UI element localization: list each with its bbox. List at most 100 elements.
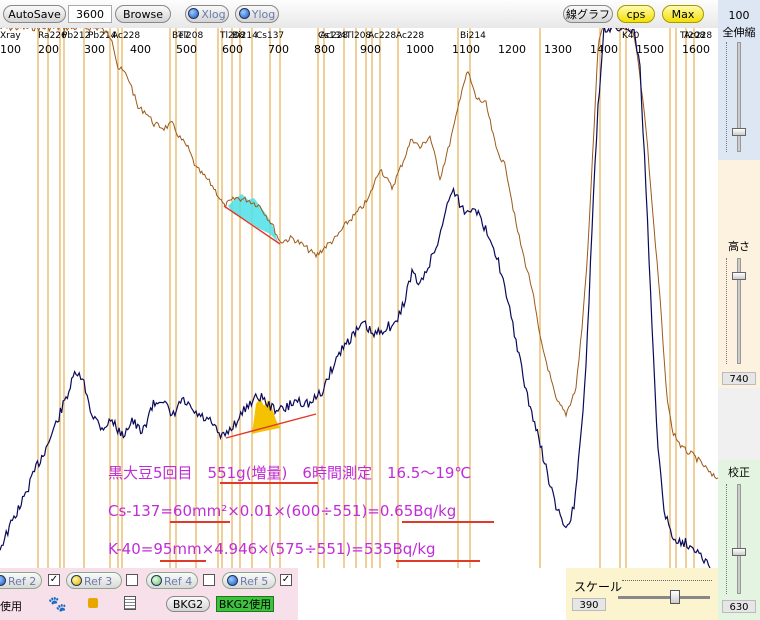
- radio-icon: [188, 8, 200, 19]
- kousei-label: 校正: [728, 466, 750, 479]
- calibration-slider-thumb[interactable]: [732, 548, 746, 556]
- energy-tick-label: 200: [38, 43, 59, 56]
- ref3-button[interactable]: Ref 3: [66, 572, 122, 589]
- annotation-cs137: Cs-137=60mm²×0.01×(600÷551)=0.65Bq/kg: [108, 502, 457, 520]
- isotope-label: Xray: [0, 31, 21, 41]
- energy-tick-label: 600: [222, 43, 243, 56]
- xlog-toggle[interactable]: Xlog: [185, 5, 229, 23]
- isotope-label: Ac228: [684, 31, 712, 41]
- height-slider-thumb[interactable]: [732, 272, 746, 280]
- spectrum-svg: Xray Ra226Pb212Pb214Ac228 Be7Tl208 Tl208Bi2…: [0, 28, 718, 568]
- spectrum-plot[interactable]: Xray Ra226 Pb212 Pb214 Ac228 Be7 Tl208 Tl208 Bi2…: [0, 28, 718, 568]
- energy-tick-label: 1400: [590, 43, 618, 56]
- isotope-label: Pb212: [62, 31, 90, 41]
- energy-tick-label: 1600: [682, 43, 710, 56]
- energy-tick-label: 1300: [544, 43, 572, 56]
- underline-cs-area: [170, 521, 230, 523]
- isotope-label: Bi214: [460, 31, 486, 41]
- scale-panel: スケール 390: [566, 568, 718, 620]
- bkg2-use-toggle[interactable]: BKG2使用: [216, 596, 274, 612]
- energy-tick-labels: 100 200 300 400 500 600 700 800 900 1000 1100 1200 1…: [0, 43, 710, 56]
- underline-weight: [220, 482, 318, 484]
- energy-tick-label: 700: [268, 43, 289, 56]
- max-button[interactable]: Max: [662, 5, 704, 23]
- zenshinshuku-label: 全伸縮: [722, 26, 756, 39]
- spacer-section: [718, 388, 760, 460]
- bottom-bar: Ref 2 ✓ Ref 3 Ref 4 Ref 5 ✓ 使用 🐾 BKG2 BK…: [0, 568, 718, 620]
- energy-tick-label: 1100: [452, 43, 480, 56]
- radio-icon: [0, 575, 6, 586]
- energy-tick-label: 500: [176, 43, 197, 56]
- scale-slider-thumb[interactable]: [670, 590, 680, 604]
- autosave-button[interactable]: AutoSave: [3, 5, 66, 23]
- ylog-toggle[interactable]: Ylog: [235, 5, 279, 23]
- radio-icon: [238, 8, 250, 19]
- use-label: 使用: [0, 600, 22, 613]
- ref4-checkbox[interactable]: [203, 574, 215, 586]
- radio-icon: [71, 575, 82, 586]
- ref3-label: Ref 3: [84, 575, 113, 588]
- navy-spectrum-series: [0, 28, 711, 568]
- isotope-gridlines: [37, 28, 695, 568]
- ref2-button[interactable]: Ref 2: [0, 572, 42, 589]
- calibration-section: 校正 630: [718, 460, 760, 620]
- top-value: 100: [728, 9, 750, 22]
- scale-label: スケール: [574, 580, 623, 594]
- slider-ticks: [726, 484, 731, 594]
- energy-tick-label: 900: [360, 43, 381, 56]
- energy-tick-label: 400: [130, 43, 151, 56]
- calibration-value: 630: [722, 600, 756, 613]
- ref5-checkbox[interactable]: ✓: [280, 574, 292, 586]
- list-icon[interactable]: [124, 596, 136, 610]
- isotope-label: Cs137: [256, 31, 284, 41]
- annotation-title: 黒大豆5回目 551g(増量) 6時間測定 16.5～19℃: [108, 464, 472, 482]
- toolbar: AutoSave 3600 Browse Xlog Ylog 線グラフ cps …: [0, 0, 760, 29]
- isotope-label: Ac228: [368, 31, 396, 41]
- zoom-slider-thumb[interactable]: [732, 128, 746, 136]
- underline-cs-result: [402, 521, 494, 523]
- energy-tick-label: 1200: [498, 43, 526, 56]
- radio-icon: [227, 575, 238, 586]
- calibration-slider-track[interactable]: [737, 484, 741, 594]
- bkg2-button[interactable]: BKG2: [166, 596, 210, 612]
- slider-ticks: [726, 258, 731, 364]
- time-input[interactable]: 3600: [68, 5, 112, 23]
- energy-tick-label: 1000: [406, 43, 434, 56]
- ref3-checkbox[interactable]: [126, 574, 138, 586]
- lock-icon[interactable]: [88, 598, 98, 608]
- isotope-label: Tl208: [177, 31, 203, 41]
- scale-slider-track[interactable]: [618, 596, 710, 599]
- zoom-section: 100 全伸縮: [718, 0, 760, 160]
- isotope-label: Ac228: [320, 31, 348, 41]
- brown-spectrum-series: [0, 28, 718, 480]
- isotope-label: Ac228: [396, 31, 424, 41]
- ref2-checkbox[interactable]: ✓: [48, 574, 60, 586]
- ref5-button[interactable]: Ref 5: [222, 572, 276, 589]
- underline-k-result: [396, 560, 480, 562]
- slider-ticks: [726, 42, 731, 152]
- line-graph-button[interactable]: 線グラフ: [563, 5, 613, 23]
- height-value: 740: [722, 372, 756, 385]
- isotope-label: Bi214: [232, 31, 258, 41]
- annotation-k40: K-40=95mm×4.946×(575÷551)=535Bq/kg: [108, 540, 436, 558]
- radio-icon: [151, 575, 162, 586]
- scale-value: 390: [572, 598, 606, 611]
- xlog-label: Xlog: [201, 8, 226, 21]
- right-panel: 100 全伸縮 高さ 740 校正 630: [718, 0, 760, 620]
- ref4-label: Ref 4: [164, 575, 193, 588]
- energy-tick-label: 100: [0, 43, 21, 56]
- takasa-label: 高さ: [728, 240, 750, 253]
- energy-tick-label: 300: [84, 43, 105, 56]
- browse-button[interactable]: Browse: [115, 5, 171, 23]
- energy-tick-label: 800: [314, 43, 335, 56]
- ref5-label: Ref 5: [240, 575, 269, 588]
- underline-k-area: [160, 560, 206, 562]
- reference-panel: Ref 2 ✓ Ref 3 Ref 4 Ref 5 ✓ 使用 🐾 BKG2 BK…: [0, 568, 298, 620]
- ylog-label: Ylog: [251, 8, 276, 21]
- ref2-label: Ref 2: [8, 575, 37, 588]
- cps-button[interactable]: cps: [617, 5, 655, 23]
- ref4-button[interactable]: Ref 4: [146, 572, 198, 589]
- paw-icon[interactable]: 🐾: [48, 595, 67, 613]
- height-section: 高さ 740: [718, 160, 760, 388]
- energy-tick-label: 1500: [636, 43, 664, 56]
